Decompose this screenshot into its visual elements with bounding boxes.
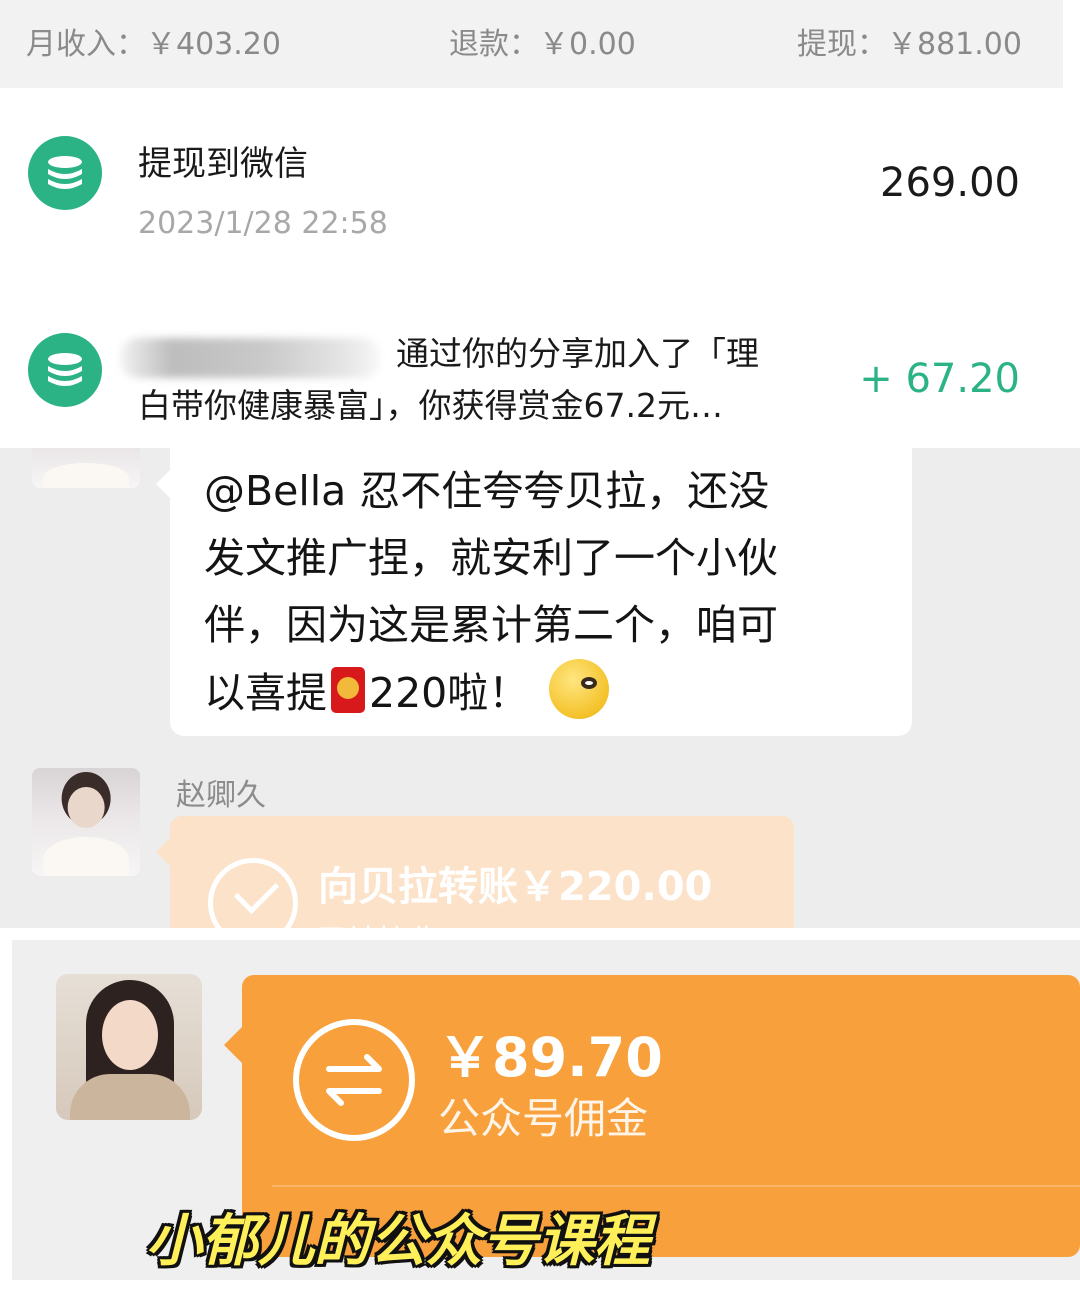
monthly-summary-bar: 月收入：￥403.20 退款：￥0.00 提现：￥881.00 [0,0,1063,88]
chat-screenshot: @Bella 忍不住夸夸贝拉，还没 发文推广捏，就安利了一个小伙 伴，因为这是累… [0,448,1080,928]
red-envelope-icon [331,667,365,713]
transaction-description: 通过你的分享加入了「理 白带你健康暴富」，你获得赏金67.2元… [138,328,838,432]
message-line: @Bella 忍不住夸夸贝拉，还没 [204,467,770,515]
payment-label: 公众号佣金 [438,1094,649,1143]
wink-emoji-icon [549,659,610,719]
description-line-2: 白带你健康暴富」，你获得赏金67.2元… [138,386,723,425]
refund-text: 退款：￥0.00 [449,27,636,62]
coins-icon [28,333,102,407]
video-caption: 小郁儿的公众号课程 [146,1209,650,1274]
transaction-time: 2023/1/28 22:58 [138,206,388,241]
description-line-1: 通过你的分享加入了「理 [396,334,759,373]
transaction-amount: + 67.20 [859,356,1020,402]
transfer-received-card[interactable]: 向贝拉转账￥220.00 已被接收 [156,816,794,928]
chat-message-bubble[interactable]: @Bella 忍不住夸夸贝拉，还没 发文推广捏，就安利了一个小伙 伴，因为这是累… [156,448,912,736]
coins-icon [28,136,102,210]
message-line-last: 以喜提 220啦！ [204,659,882,727]
transfer-arrows-icon [293,1019,415,1141]
check-icon [208,858,298,928]
monthly-income-text: 月收入：￥403.20 [26,27,281,62]
payment-amount: ￥89.70 [438,1026,663,1089]
transaction-list: 提现到微信 2023/1/28 22:58 269.00 通过你的分享加入了「理… [0,88,1080,448]
transaction-amount: 269.00 [880,160,1020,206]
transfer-status: 已被接收 [318,916,438,928]
withdraw-total-text: 提现：￥881.00 [797,27,1022,62]
transaction-title: 提现到微信 [138,144,308,184]
card-divider [272,1185,1080,1187]
message-line: 发文推广捏，就安利了一个小伙 [204,534,778,582]
transfer-title: 向贝拉转账￥220.00 [318,864,713,910]
avatar[interactable] [32,448,140,488]
avatar[interactable] [56,974,202,1120]
avatar[interactable] [32,768,140,876]
message-line: 伴，因为这是累计第二个，咱可 [204,601,778,649]
sender-name: 赵卿久 [176,778,266,813]
